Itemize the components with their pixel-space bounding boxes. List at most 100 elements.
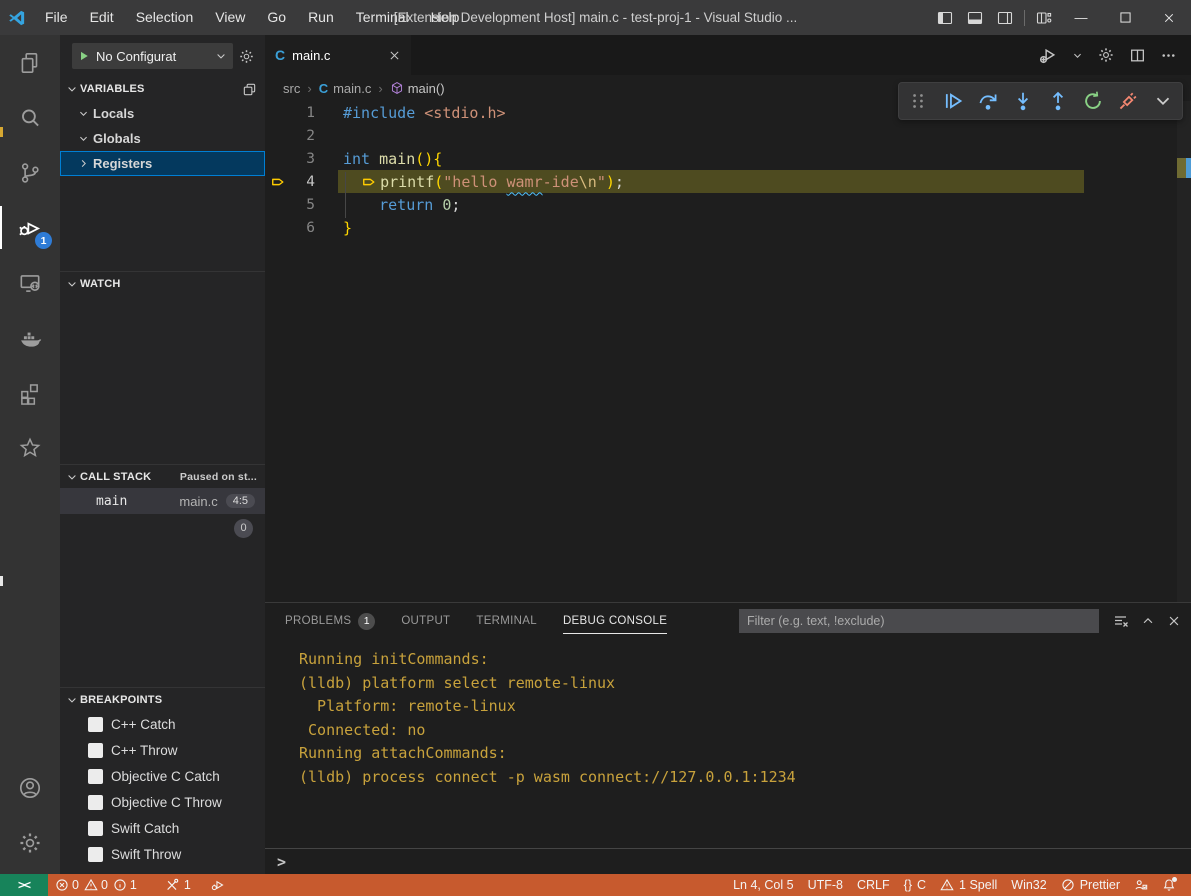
breakpoint-c-throw[interactable]: C++ Throw <box>60 737 265 763</box>
language-mode[interactable]: {} C <box>897 874 933 896</box>
menu-view[interactable]: View <box>204 0 256 35</box>
activity-search-icon[interactable] <box>0 90 60 145</box>
code-line-3[interactable]: 3int main(){ <box>265 147 1191 170</box>
tab-problems[interactable]: PROBLEMS 1 <box>285 603 375 639</box>
variables-section-header[interactable]: VARIABLES <box>60 77 265 101</box>
platform-indicator[interactable]: Win32 <box>1004 874 1053 896</box>
menu-file[interactable]: File <box>34 0 79 35</box>
minimize-button[interactable]: — <box>1059 0 1103 35</box>
gripper-icon[interactable] <box>907 90 929 112</box>
feedback-status[interactable] <box>1127 874 1155 896</box>
activity-extensions-icon[interactable] <box>0 365 60 420</box>
tab-debug-console[interactable]: DEBUG CONSOLE <box>563 603 667 639</box>
toggle-sidebar-icon[interactable] <box>930 0 960 35</box>
checkbox[interactable] <box>88 821 103 836</box>
overview-ruler[interactable] <box>1177 101 1191 602</box>
spell-checker-status[interactable]: 1 Spell <box>933 874 1004 896</box>
tab-label: TERMINAL <box>476 615 537 627</box>
code-line-6[interactable]: 6} <box>265 216 1191 239</box>
activity-run-and-debug-icon[interactable]: 1 <box>0 200 60 255</box>
activity-docker-icon[interactable] <box>0 310 60 365</box>
breadcrumb-folder[interactable]: src <box>283 81 300 96</box>
toggle-panel-icon[interactable] <box>960 0 990 35</box>
chevron-down-icon[interactable] <box>1072 50 1083 61</box>
watch-section-header[interactable]: WATCH <box>60 271 265 295</box>
breadcrumb-file[interactable]: main.c <box>333 81 371 96</box>
activity-remote-explorer-icon[interactable] <box>0 255 60 310</box>
checkbox[interactable] <box>88 717 103 732</box>
checkbox[interactable] <box>88 795 103 810</box>
activity-star-icon[interactable] <box>0 420 60 475</box>
close-window-button[interactable] <box>1147 0 1191 35</box>
tools-status[interactable]: 1 <box>158 874 198 896</box>
activity-source-control-icon[interactable] <box>0 145 60 200</box>
tab-main-c[interactable]: C main.c <box>265 35 411 75</box>
open-launch-json-gear-icon[interactable] <box>233 43 259 69</box>
split-editor-icon[interactable] <box>1129 47 1146 64</box>
console-filter-input[interactable] <box>739 609 1099 633</box>
tab-terminal[interactable]: TERMINAL <box>476 603 537 639</box>
checkbox[interactable] <box>88 847 103 862</box>
code-line-4[interactable]: 4 printf("hello wamr-ide\n"); <box>265 170 1191 193</box>
variables-item-globals[interactable]: Globals <box>60 126 265 151</box>
menu-edit[interactable]: Edit <box>79 0 125 35</box>
checkbox[interactable] <box>88 743 103 758</box>
activity-accounts-icon[interactable] <box>0 760 60 815</box>
more-actions-icon[interactable] <box>1160 47 1177 64</box>
code-line-5[interactable]: 5 return 0; <box>265 193 1191 216</box>
breakpoint-swift-catch[interactable]: Swift Catch <box>60 815 265 841</box>
variables-item-locals[interactable]: Locals <box>60 101 265 126</box>
cursor-position[interactable]: Ln 4, Col 5 <box>726 874 800 896</box>
tab-output[interactable]: OUTPUT <box>401 603 450 639</box>
run-or-debug-icon[interactable] <box>1039 46 1058 65</box>
current-frame-arrow-icon[interactable] <box>265 175 291 189</box>
menu-selection[interactable]: Selection <box>125 0 205 35</box>
maximize-button[interactable] <box>1103 0 1147 35</box>
console-input-row[interactable]: > <box>265 848 1191 874</box>
breakpoint-c-catch[interactable]: C++ Catch <box>60 711 265 737</box>
activity-settings-icon[interactable] <box>0 815 60 870</box>
restart-button[interactable] <box>1082 90 1104 112</box>
step-into-button[interactable] <box>1012 90 1034 112</box>
breakpoint-objective-c-catch[interactable]: Objective C Catch <box>60 763 265 789</box>
checkbox[interactable] <box>88 769 103 784</box>
remote-indicator[interactable]: >< <box>0 874 48 896</box>
step-over-button[interactable] <box>977 90 999 112</box>
problems-status[interactable]: 0 0 1 <box>48 874 144 896</box>
code-line-2[interactable]: 2 <box>265 124 1191 147</box>
menu-go[interactable]: Go <box>256 0 297 35</box>
debug-console-output[interactable]: Running initCommands:(lldb) platform sel… <box>265 639 1191 848</box>
code-editor[interactable]: 1#include <stdio.h>23int main(){4 printf… <box>265 101 1191 602</box>
toggle-secondary-sidebar-icon[interactable] <box>990 0 1020 35</box>
continue-button[interactable] <box>942 90 964 112</box>
start-debug-icon[interactable] <box>78 50 90 62</box>
formatter-status[interactable]: Prettier <box>1054 874 1127 896</box>
stack-frame-row[interactable]: main main.c 4:5 <box>60 488 265 514</box>
maximize-panel-icon[interactable] <box>1141 614 1155 628</box>
eol-indicator[interactable]: CRLF <box>850 874 897 896</box>
call-stack-section-header[interactable]: CALL STACK Paused on st... <box>60 464 265 488</box>
notifications-status[interactable] <box>1155 874 1183 896</box>
close-panel-icon[interactable] <box>1167 614 1181 628</box>
settings-gear-icon[interactable] <box>1097 46 1115 64</box>
step-out-button[interactable] <box>1047 90 1069 112</box>
disconnect-button[interactable] <box>1117 90 1139 112</box>
breakpoints-section-header[interactable]: BREAKPOINTS <box>60 687 265 711</box>
launch-config-dropdown[interactable]: No Configurat <box>72 43 233 69</box>
variables-item-registers[interactable]: Registers <box>60 151 265 176</box>
encoding-indicator[interactable]: UTF-8 <box>801 874 850 896</box>
close-tab-icon[interactable] <box>388 49 401 62</box>
clear-console-icon[interactable] <box>1113 613 1129 629</box>
menu-terminal[interactable]: Terminal <box>345 0 420 35</box>
collapse-all-icon[interactable] <box>242 82 257 97</box>
activity-explorer-icon[interactable] <box>0 35 60 90</box>
breakpoint-swift-throw[interactable]: Swift Throw <box>60 841 265 867</box>
customize-layout-icon[interactable] <box>1029 0 1059 35</box>
thread-row[interactable]: 0 <box>60 514 265 542</box>
debug-status-icon[interactable] <box>204 874 232 896</box>
breakpoint-objective-c-throw[interactable]: Objective C Throw <box>60 789 265 815</box>
menu-help[interactable]: Help <box>420 0 471 35</box>
menu-run[interactable]: Run <box>297 0 345 35</box>
breadcrumb-symbol[interactable]: main() <box>408 81 445 96</box>
chevron-down-icon[interactable] <box>1152 90 1174 112</box>
